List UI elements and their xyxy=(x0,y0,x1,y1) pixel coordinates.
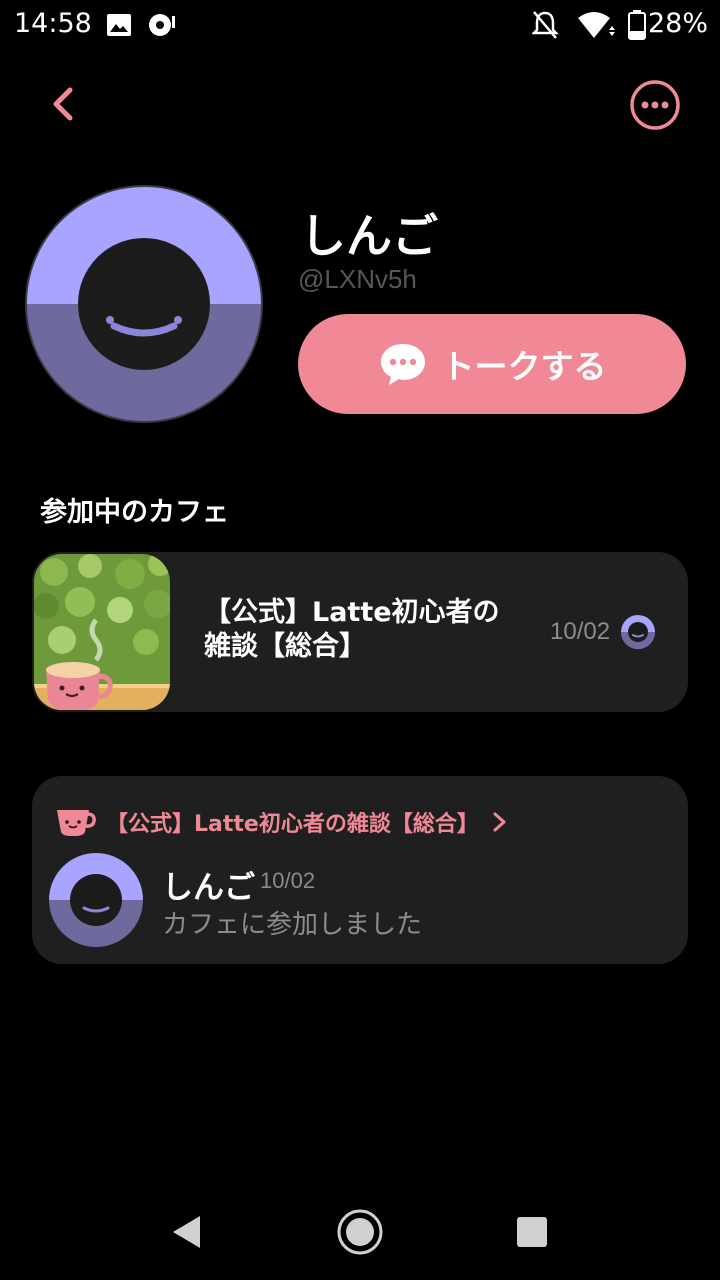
member-avatar-icon xyxy=(621,615,655,649)
talk-button-label: トークする xyxy=(441,347,607,386)
talk-button[interactable]: トークする xyxy=(298,314,686,414)
activity-cafe-link[interactable]: 【公式】Latte初心者の雑談【総合】 xyxy=(54,804,511,840)
more-horizontal-icon xyxy=(630,80,680,130)
nav-home-icon[interactable] xyxy=(336,1208,384,1256)
profile-handle: @LXNv5h xyxy=(298,264,417,294)
back-button[interactable] xyxy=(38,78,90,130)
latte-cup-image xyxy=(34,554,170,710)
chevron-right-icon xyxy=(493,812,506,832)
more-options-button[interactable] xyxy=(628,78,682,132)
bell-off-icon xyxy=(532,11,558,39)
battery-icon xyxy=(628,10,646,40)
activity-date: 10/02 xyxy=(260,868,316,893)
status-bar: 14:58 28% xyxy=(0,0,720,52)
cafe-title: 【公式】Latte初心者の雑談【総合】 xyxy=(204,597,500,662)
image-icon xyxy=(107,14,131,36)
status-time: 14:58 xyxy=(14,8,92,39)
activity-cafe-name: 【公式】Latte初心者の雑談【総合】 xyxy=(106,812,479,837)
battery-level: 28% xyxy=(647,8,708,39)
activity-card: 【公式】Latte初心者の雑談【総合】 しんご 10/02 カフェに参加しました xyxy=(32,776,688,964)
activity-user-name: しんご xyxy=(162,870,255,906)
chat-bubble-icon xyxy=(380,344,425,385)
nav-recents-icon[interactable] xyxy=(516,1216,548,1248)
profile-avatar[interactable] xyxy=(24,184,264,424)
smile-face-avatar-icon xyxy=(49,853,143,947)
nav-back-icon[interactable] xyxy=(170,1214,204,1250)
coffee-cup-icon xyxy=(57,810,96,836)
smile-face-avatar-icon xyxy=(25,185,263,423)
cafe-thumbnail xyxy=(34,554,170,710)
section-title-cafes: 参加中のカフェ xyxy=(40,497,229,528)
system-nav-bar xyxy=(0,1180,720,1280)
chevron-left-icon xyxy=(53,87,73,121)
cafe-card[interactable]: 【公式】Latte初心者の雑談【総合】 10/02 xyxy=(32,552,688,712)
media-icon xyxy=(149,14,175,36)
profile-name: しんご xyxy=(300,209,438,263)
activity-message: カフェに参加しました xyxy=(162,910,423,940)
cafe-date: 10/02 xyxy=(550,618,611,645)
wifi-icon xyxy=(578,12,615,38)
activity-user-avatar[interactable] xyxy=(48,852,144,948)
